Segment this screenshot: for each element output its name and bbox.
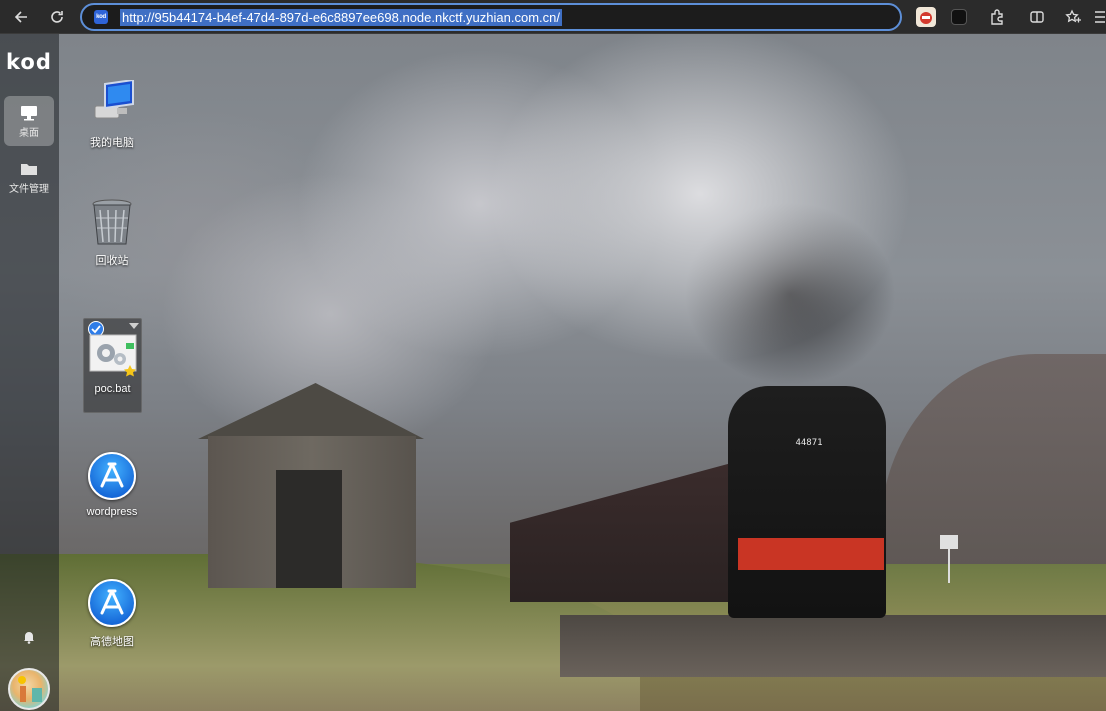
dark-extension-icon[interactable]: [951, 9, 967, 25]
app-store-icon: [87, 452, 137, 502]
wallpaper-rails: [560, 615, 1106, 677]
desktop-icon-my-computer[interactable]: 我的电脑: [75, 78, 149, 150]
wallpaper-shed-door: [276, 470, 342, 588]
sidebar-item-label: 桌面: [19, 128, 39, 139]
avatar[interactable]: [8, 668, 50, 710]
sidebar-item-label: 文件管理: [9, 184, 49, 195]
monitor-icon: [20, 105, 38, 121]
wallpaper-locomotive: [728, 386, 886, 618]
browser-toolbar: kod http://95b44174-b4ef-47d4-897d-e6c88…: [0, 0, 1106, 34]
kod-sidebar: kod 桌面 文件管理: [0, 34, 59, 711]
wallpaper-loco-buffer: [738, 538, 884, 570]
split-screen-icon[interactable]: [1024, 5, 1050, 29]
extensions-icon[interactable]: [984, 5, 1010, 29]
bat-file-icon: [88, 329, 138, 379]
sidebar-item-file-manager[interactable]: 文件管理: [4, 152, 54, 202]
wallpaper-loco-number: 44871: [795, 438, 823, 448]
desktop-icon-label: 高德地图: [90, 636, 134, 648]
url-text[interactable]: http://95b44174-b4ef-47d4-897d-e6c8897ee…: [120, 9, 562, 26]
desktop-icon-label: 回收站: [95, 255, 129, 267]
desktop-icon-amap[interactable]: 高德地图: [75, 579, 149, 649]
kod-logo[interactable]: kod: [6, 50, 52, 74]
desktop-icon-wordpress[interactable]: wordpress: [75, 452, 149, 518]
sidebar-item-desktop[interactable]: 桌面: [4, 96, 54, 146]
reader-extension-icon[interactable]: [916, 7, 936, 27]
refresh-icon[interactable]: [44, 5, 70, 29]
app-store-icon: [87, 579, 137, 629]
back-icon[interactable]: [8, 5, 34, 29]
recycle-bin-icon: [87, 198, 137, 248]
desktop-wallpaper[interactable]: [0, 34, 1106, 711]
bell-icon[interactable]: [22, 630, 36, 644]
desktop-icon-recycle-bin[interactable]: 回收站: [75, 198, 149, 268]
collections-icon[interactable]: [1092, 5, 1106, 29]
desktop-icon-label: poc.bat: [94, 383, 131, 395]
folder-icon: [20, 161, 38, 177]
site-favicon: kod: [94, 10, 108, 24]
address-bar[interactable]: kod http://95b44174-b4ef-47d4-897d-e6c88…: [80, 3, 902, 31]
desktop-icon-label: wordpress: [86, 506, 138, 518]
wallpaper-signal: [940, 535, 958, 583]
favorites-icon[interactable]: [1060, 5, 1086, 29]
computer-icon: [87, 78, 137, 130]
desktop-icon-label: 我的电脑: [90, 137, 134, 149]
desktop-icon-poc-bat[interactable]: poc.bat: [83, 318, 142, 413]
